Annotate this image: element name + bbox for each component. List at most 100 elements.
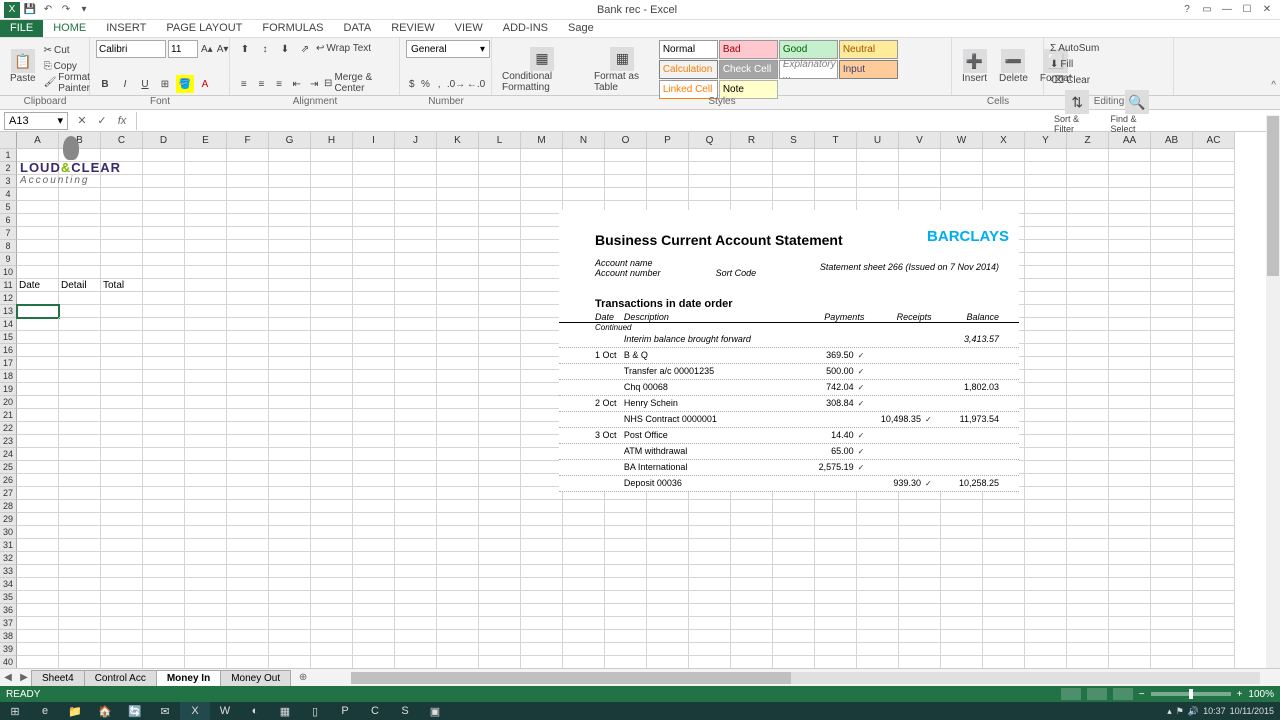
cell-M26[interactable] [521,474,563,487]
cell-AC4[interactable] [1193,188,1235,201]
cell-I32[interactable] [353,552,395,565]
cell-S32[interactable] [773,552,815,565]
cell-P37[interactable] [647,617,689,630]
row-header-8[interactable]: 8 [0,240,17,253]
cell-P33[interactable] [647,565,689,578]
cell-S33[interactable] [773,565,815,578]
cell-D4[interactable] [143,188,185,201]
format-as-table-button[interactable]: ▦Format as Table [590,45,655,95]
cell-F3[interactable] [227,175,269,188]
cell-AC25[interactable] [1193,461,1235,474]
undo-icon[interactable]: ↶ [40,2,56,18]
cell-X30[interactable] [983,526,1025,539]
cell-Z13[interactable] [1067,305,1109,318]
cell-B28[interactable] [59,500,101,513]
cell-L2[interactable] [479,162,521,175]
cell-N37[interactable] [563,617,605,630]
cell-J3[interactable] [395,175,437,188]
cell-M39[interactable] [521,643,563,656]
cell-Q1[interactable] [689,149,731,162]
zoom-out-icon[interactable]: − [1139,689,1145,700]
cell-E37[interactable] [185,617,227,630]
cell-T31[interactable] [815,539,857,552]
font-color-icon[interactable]: A [196,75,214,93]
cell-Q32[interactable] [689,552,731,565]
cell-L30[interactable] [479,526,521,539]
cell-R39[interactable] [731,643,773,656]
cell-I16[interactable] [353,344,395,357]
col-header-H[interactable]: H [311,132,353,148]
cell-AA28[interactable] [1109,500,1151,513]
cell-J23[interactable] [395,435,437,448]
cell-AB24[interactable] [1151,448,1193,461]
cell-C23[interactable] [101,435,143,448]
cell-C33[interactable] [101,565,143,578]
cell-V33[interactable] [899,565,941,578]
cell-J8[interactable] [395,240,437,253]
cell-AA36[interactable] [1109,604,1151,617]
cell-Y38[interactable] [1025,630,1067,643]
cell-B26[interactable] [59,474,101,487]
row-header-31[interactable]: 31 [0,539,17,552]
cell-AB5[interactable] [1151,201,1193,214]
cell-V37[interactable] [899,617,941,630]
cell-AC10[interactable] [1193,266,1235,279]
cell-D10[interactable] [143,266,185,279]
cell-E1[interactable] [185,149,227,162]
app-icon-6[interactable]: S [390,702,420,720]
cell-AB29[interactable] [1151,513,1193,526]
cell-Z32[interactable] [1067,552,1109,565]
cell-J7[interactable] [395,227,437,240]
cell-A30[interactable] [17,526,59,539]
conditional-formatting-button[interactable]: ▦Conditional Formatting [498,45,586,95]
cell-C34[interactable] [101,578,143,591]
cell-A14[interactable] [17,318,59,331]
cell-Y19[interactable] [1025,383,1067,396]
cell-E17[interactable] [185,357,227,370]
cell-F18[interactable] [227,370,269,383]
cell-E35[interactable] [185,591,227,604]
cell-E5[interactable] [185,201,227,214]
cell-J19[interactable] [395,383,437,396]
cell-H4[interactable] [311,188,353,201]
cell-B35[interactable] [59,591,101,604]
cell-D36[interactable] [143,604,185,617]
cell-K6[interactable] [437,214,479,227]
cell-I33[interactable] [353,565,395,578]
zoom-slider[interactable] [1151,692,1231,696]
cell-D29[interactable] [143,513,185,526]
cell-J15[interactable] [395,331,437,344]
cell-E27[interactable] [185,487,227,500]
cell-K35[interactable] [437,591,479,604]
cell-E13[interactable] [185,305,227,318]
cell-AA16[interactable] [1109,344,1151,357]
cell-A33[interactable] [17,565,59,578]
row-header-33[interactable]: 33 [0,565,17,578]
cell-AA39[interactable] [1109,643,1151,656]
cell-L27[interactable] [479,487,521,500]
row-header-19[interactable]: 19 [0,383,17,396]
cell-G26[interactable] [269,474,311,487]
cell-AB37[interactable] [1151,617,1193,630]
cell-H19[interactable] [311,383,353,396]
cell-Y21[interactable] [1025,409,1067,422]
row-header-38[interactable]: 38 [0,630,17,643]
cell-C15[interactable] [101,331,143,344]
cell-Z29[interactable] [1067,513,1109,526]
cell-R34[interactable] [731,578,773,591]
cancel-formula-icon[interactable]: ✕ [74,113,90,129]
cell-Z34[interactable] [1067,578,1109,591]
cell-I5[interactable] [353,201,395,214]
col-header-S[interactable]: S [773,132,815,148]
cell-Z11[interactable] [1067,279,1109,292]
cell-C11[interactable]: Total [101,279,143,292]
delete-cells-button[interactable]: ➖Delete [995,47,1032,86]
cell-A12[interactable] [17,292,59,305]
cell-Z39[interactable] [1067,643,1109,656]
cell-H23[interactable] [311,435,353,448]
row-header-21[interactable]: 21 [0,409,17,422]
cell-AB6[interactable] [1151,214,1193,227]
cell-M36[interactable] [521,604,563,617]
cell-O35[interactable] [605,591,647,604]
cell-M15[interactable] [521,331,563,344]
